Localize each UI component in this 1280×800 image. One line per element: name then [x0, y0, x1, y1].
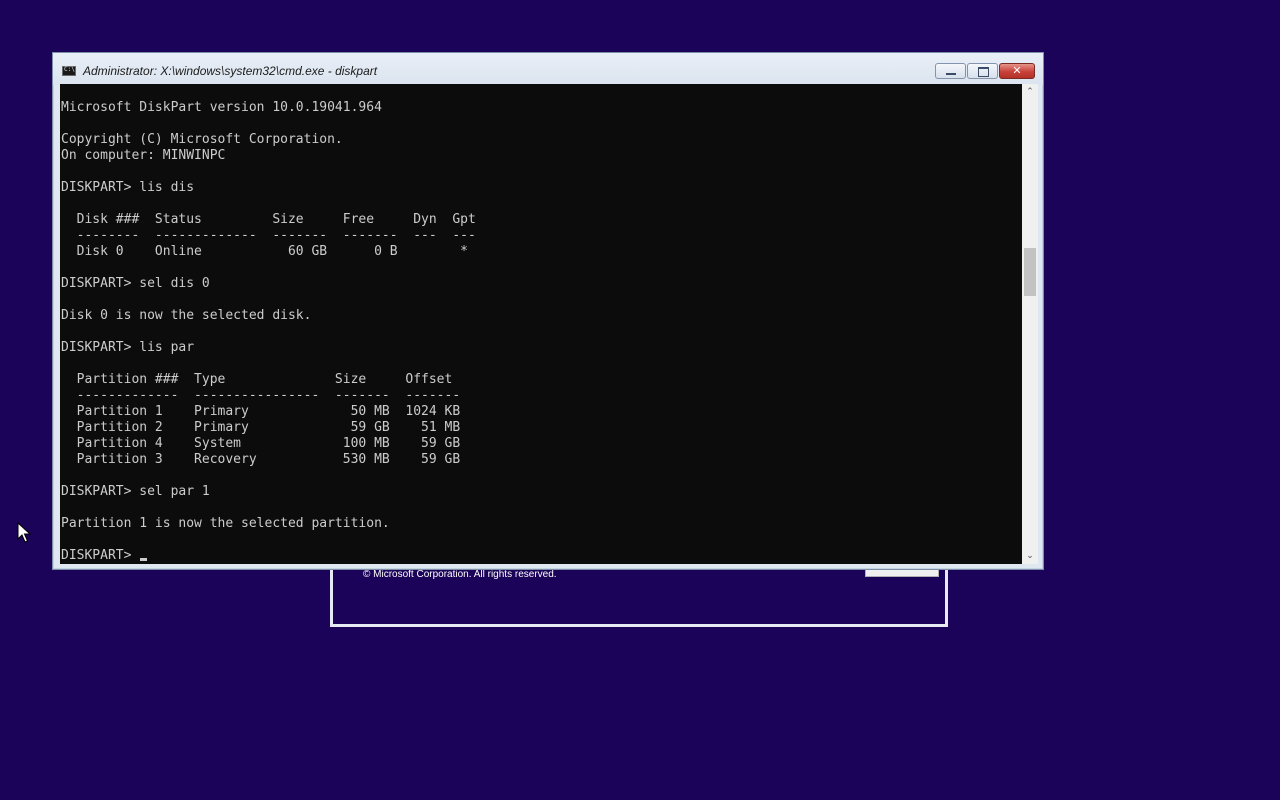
close-icon: ✕ [1012, 64, 1022, 77]
console-prompt-line[interactable]: DISKPART> [61, 548, 476, 564]
console-line: Microsoft DiskPart version 10.0.19041.96… [61, 100, 382, 115]
console-prompt: DISKPART> [61, 548, 140, 563]
console-lines: Microsoft DiskPart version 10.0.19041.96… [61, 100, 476, 564]
console-line: Partition 3 Recovery 530 MB 59 GB [61, 452, 461, 467]
scroll-up-icon[interactable]: ⌃ [1022, 84, 1038, 100]
console-line: Partition ### Type Size Offset [61, 372, 453, 387]
console-line: Disk 0 is now the selected disk. [61, 308, 312, 323]
console-line: Partition 4 System 100 MB 59 GB [61, 436, 461, 451]
cmd-window[interactable]: C:\ Administrator: X:\windows\system32\c… [52, 52, 1044, 570]
console-line: Partition 1 Primary 50 MB 1024 KB [61, 404, 461, 419]
console-line: On computer: MINWINPC [61, 148, 226, 163]
console-line: ------------- ---------------- ------- -… [61, 388, 461, 403]
window-title: Administrator: X:\windows\system32\cmd.e… [83, 64, 378, 78]
cmd-console-icon[interactable]: C:\ [62, 66, 76, 76]
maximize-icon [978, 67, 989, 77]
console-line: Partition 2 Primary 59 GB 51 MB [61, 420, 461, 435]
close-button[interactable]: ✕ [999, 63, 1035, 79]
console-line: Partition 1 is now the selected partitio… [61, 516, 390, 531]
scrollbar-thumb[interactable] [1024, 248, 1036, 296]
console-line: -------- ------------- ------- ------- -… [61, 228, 476, 243]
mouse-pointer-icon [17, 522, 31, 543]
console-line: Copyright (C) Microsoft Corporation. [61, 132, 343, 147]
console-line: DISKPART> sel dis 0 [61, 276, 210, 291]
console-line: Disk ### Status Size Free Dyn Gpt [61, 212, 476, 227]
console-line: Disk 0 Online 60 GB 0 B * [61, 244, 468, 259]
desktop-background: © Microsoft Corporation. All rights rese… [0, 0, 1280, 800]
vertical-scrollbar[interactable]: ⌃ ⌄ [1022, 84, 1038, 564]
title-bar[interactable]: C:\ Administrator: X:\windows\system32\c… [53, 53, 1043, 85]
console-line: DISKPART> lis par [61, 340, 195, 355]
text-cursor [140, 558, 148, 561]
cmd-icon-text: C:\ [64, 66, 75, 73]
scroll-down-icon[interactable]: ⌄ [1022, 548, 1038, 564]
console-output[interactable]: Microsoft DiskPart version 10.0.19041.96… [60, 84, 1022, 564]
maximize-button[interactable] [967, 63, 998, 79]
console-line: DISKPART> sel par 1 [61, 484, 210, 499]
console-line: DISKPART> lis dis [61, 180, 195, 195]
setup-button[interactable] [865, 570, 939, 577]
minimize-button[interactable] [935, 63, 966, 79]
setup-copyright-text: © Microsoft Corporation. All rights rese… [363, 569, 557, 580]
minimize-icon [946, 73, 956, 75]
